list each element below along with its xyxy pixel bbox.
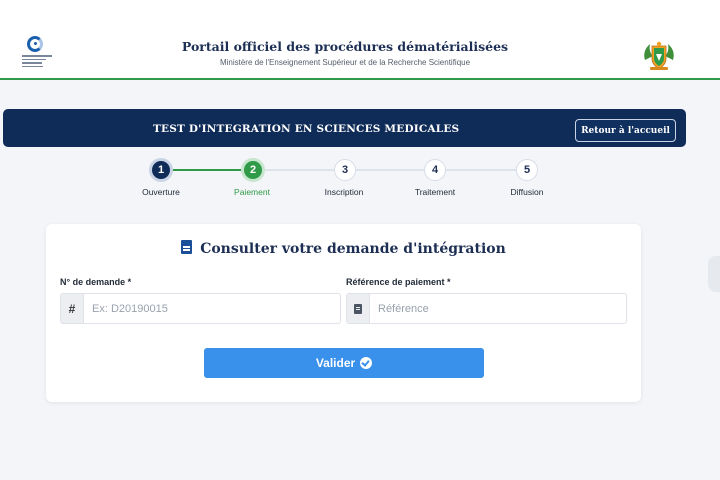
exam-title: TEST D'INTEGRATION EN SCIENCES MEDICALES [153,123,460,135]
step-2-label: Paiement [234,187,270,197]
step-connector [172,169,242,171]
document-icon [181,240,193,254]
step-5-circle: 5 [516,159,538,181]
ministry-subtitle: Ministère de l'Enseignement Supérieur et… [219,58,471,67]
request-number-input[interactable] [84,294,340,323]
portal-title: Portail officiel des procédures dématéri… [181,39,509,54]
form-title: Consulter votre demande d'intégration [46,240,641,257]
payment-reference-label: Référence de paiement * [346,277,451,287]
step-connector [355,169,427,171]
step-3-label: Inscription [324,187,364,197]
step-connector [264,169,336,171]
form-title-text: Consulter votre demande d'intégration [200,241,506,257]
submit-button[interactable]: Valider [204,348,484,378]
submit-label: Valider [315,356,356,370]
payment-reference-group [346,293,627,324]
ministry-logo-icon[interactable] [22,36,52,72]
request-number-label: N° de demande * [60,277,132,287]
exam-banner: TEST D'INTEGRATION EN SCIENCES MEDICALES… [3,109,686,147]
receipt-icon [347,294,370,323]
back-home-button[interactable]: Retour à l'accueil [575,119,676,142]
payment-reference-input[interactable] [370,294,626,323]
step-1-label: Ouverture [142,187,180,197]
coat-of-arms-icon [644,41,674,70]
step-4-label: Traitement [414,187,456,197]
hash-icon: # [61,294,84,323]
check-circle-icon [360,357,373,369]
step-4-circle: 4 [424,159,446,181]
site-header: Portail officiel des procédures dématéri… [0,0,720,80]
step-5-label: Diffusion [510,187,544,197]
step-2-circle: 2 [241,158,265,182]
step-1-circle: 1 [149,158,173,182]
step-3-circle: 3 [334,159,356,181]
step-connector [445,169,517,171]
consult-request-card: Consulter votre demande d'intégration N°… [46,224,641,402]
side-tab-handle[interactable] [708,256,720,292]
request-number-group: # [60,293,341,324]
